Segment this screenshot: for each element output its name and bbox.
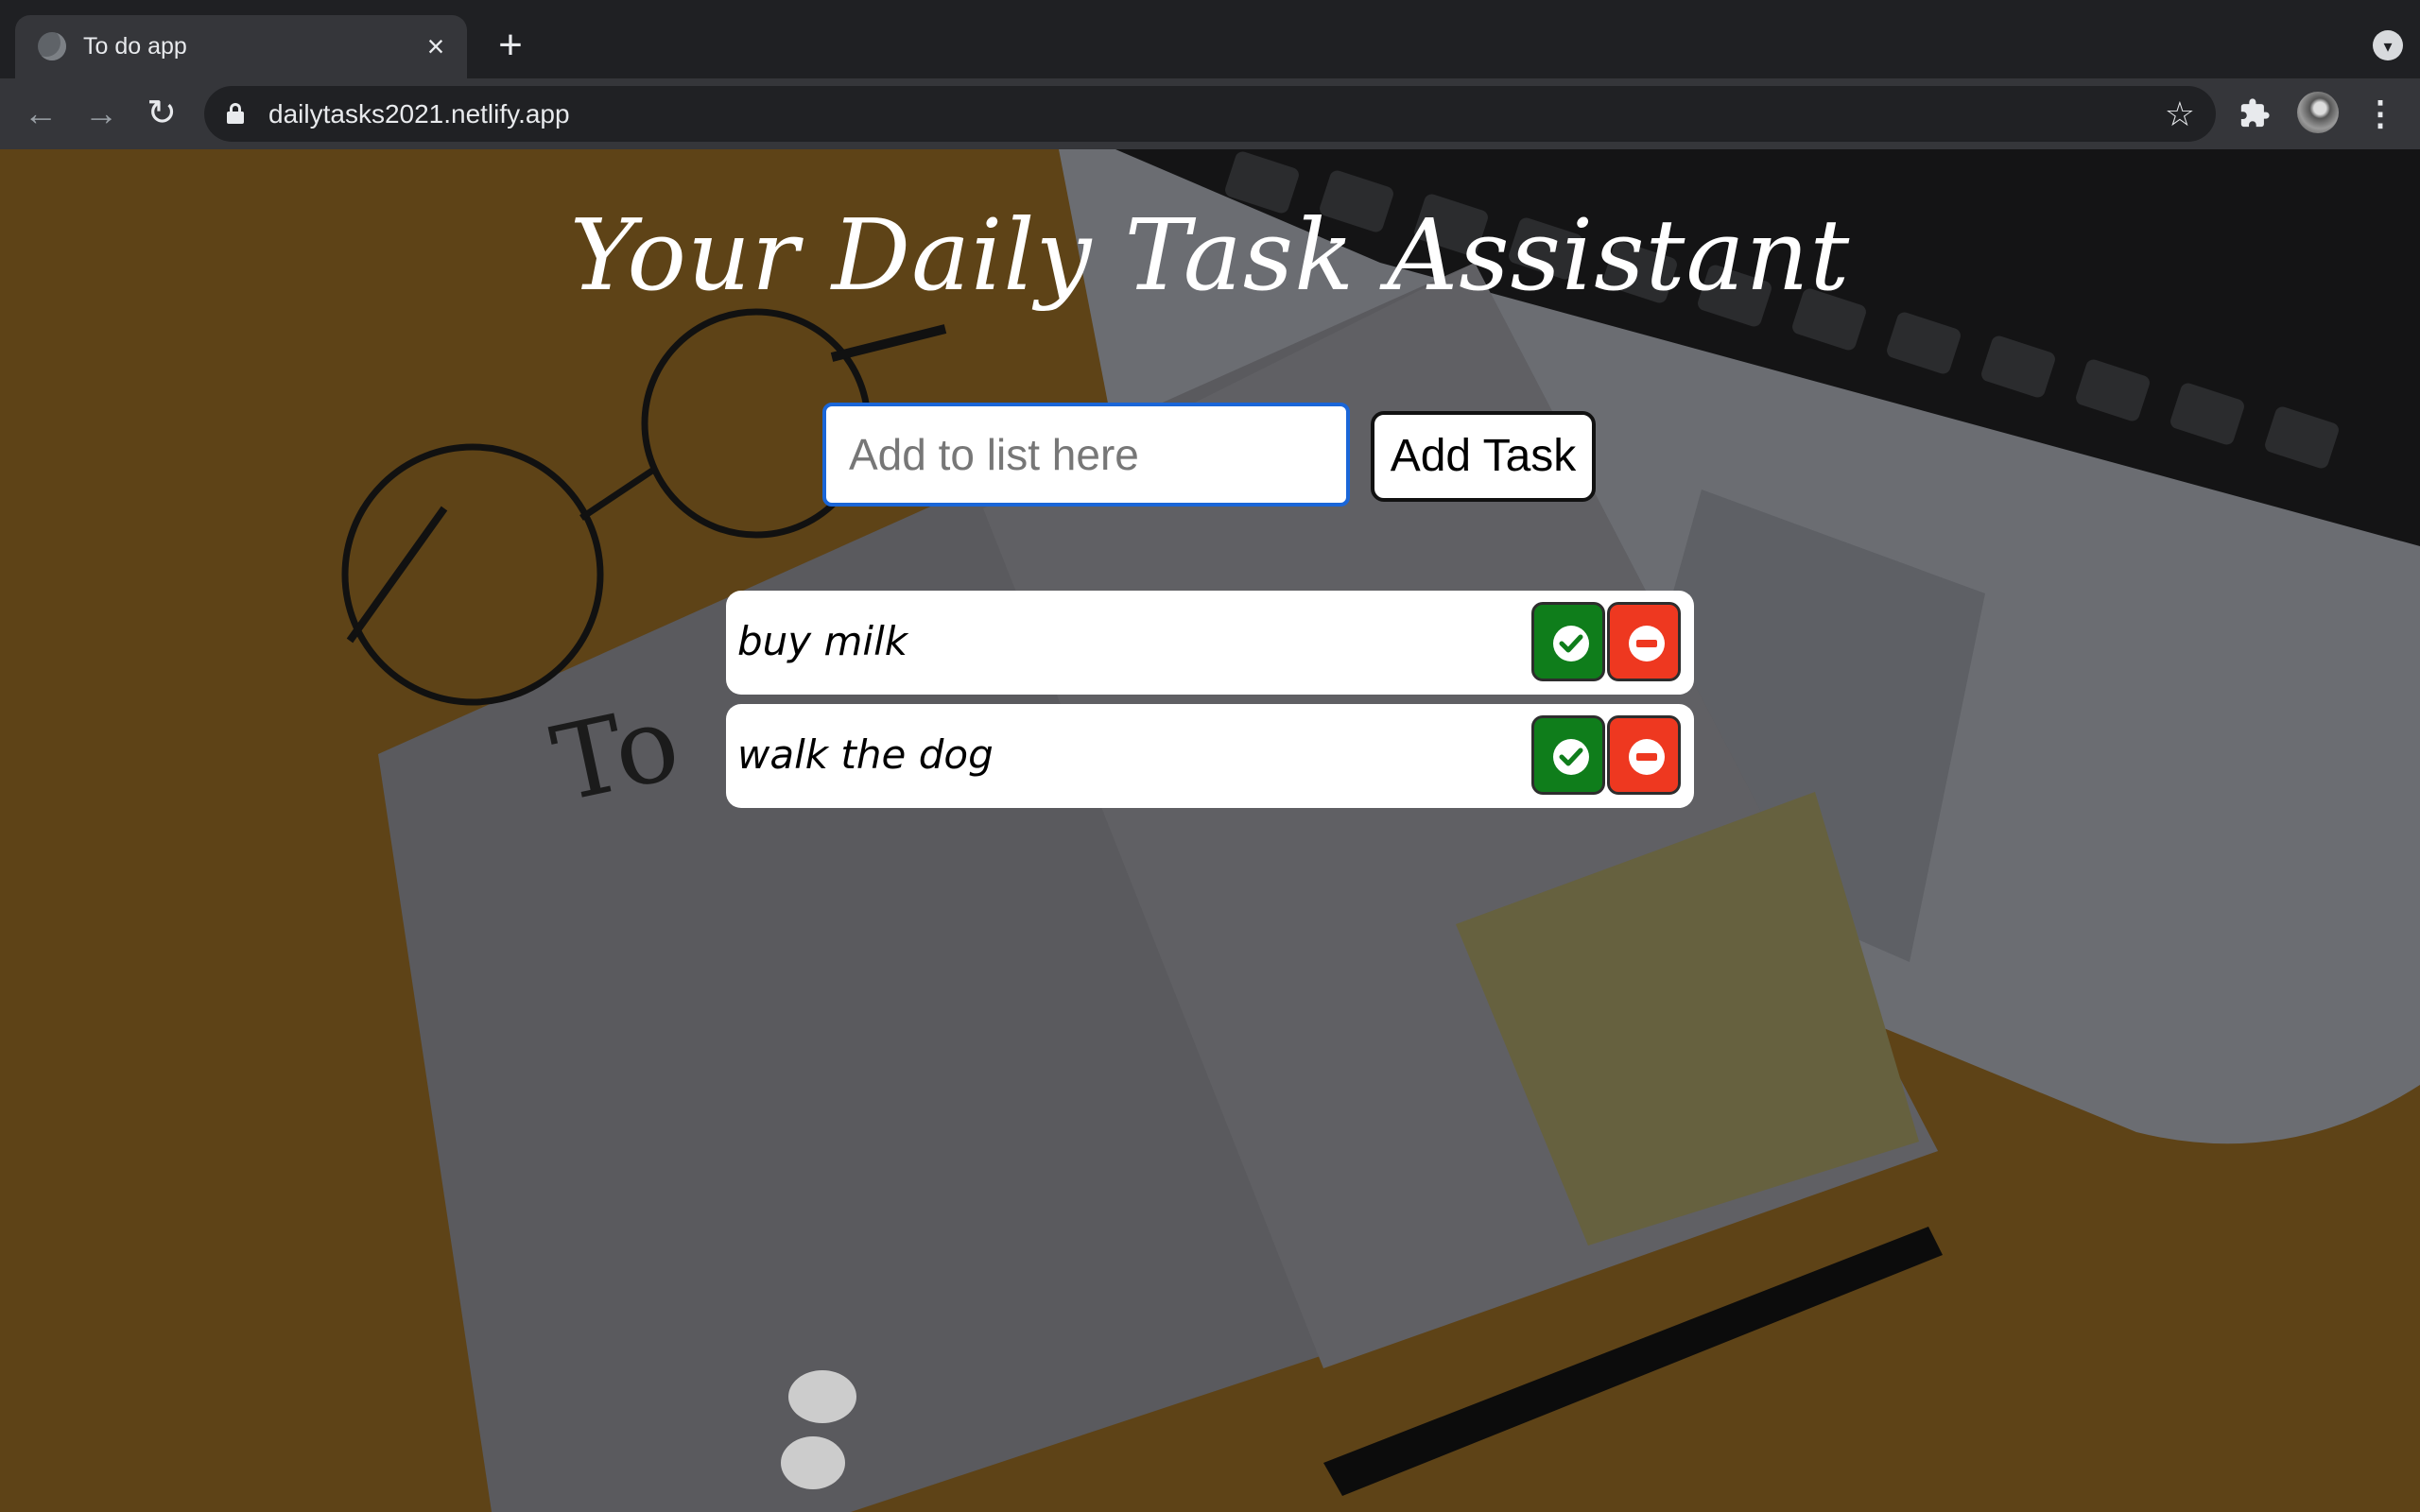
- puzzle-icon[interactable]: [2238, 97, 2271, 129]
- list-item: buy milk: [726, 591, 1694, 695]
- task-text: buy milk: [737, 618, 908, 664]
- task-list: buy milk walk the dog: [726, 591, 1694, 817]
- background-photo: To: [0, 149, 2420, 1512]
- lock-icon[interactable]: [227, 103, 244, 124]
- forward-icon[interactable]: →: [79, 92, 123, 135]
- task-text: walk the dog: [737, 731, 994, 778]
- list-item: walk the dog: [726, 704, 1694, 808]
- tab-close-icon[interactable]: ×: [418, 28, 454, 64]
- profile-avatar[interactable]: [2297, 92, 2339, 133]
- tab-title: To do app: [83, 33, 187, 60]
- globe-icon: [38, 32, 66, 60]
- check-icon: [1553, 626, 1589, 662]
- task-input[interactable]: [822, 403, 1350, 507]
- menu-icon[interactable]: ⋮: [2363, 92, 2397, 135]
- page-viewport: To Your Daily Task Assistant Add Task bu…: [0, 149, 2420, 1512]
- delete-task-button[interactable]: [1607, 602, 1681, 681]
- url-text[interactable]: dailytasks2021.netlify.app: [268, 99, 570, 129]
- address-bar[interactable]: dailytasks2021.netlify.app ☆: [204, 86, 2216, 142]
- page-title: Your Daily Task Assistant: [569, 198, 1851, 313]
- svg-text:To: To: [543, 681, 689, 825]
- browser-tab[interactable]: To do app ×: [15, 15, 467, 78]
- browser-tabstrip: To do app × + ▾: [0, 0, 2420, 78]
- reload-icon[interactable]: ↻: [140, 92, 183, 135]
- delete-task-button[interactable]: [1607, 715, 1681, 795]
- minus-circle-icon: [1629, 626, 1665, 662]
- back-icon[interactable]: ←: [19, 92, 62, 135]
- add-task-button[interactable]: Add Task: [1371, 411, 1596, 502]
- minus-circle-icon: [1629, 739, 1665, 775]
- check-icon: [1553, 739, 1589, 775]
- tab-search-icon[interactable]: ▾: [2373, 30, 2403, 60]
- new-tab-icon[interactable]: +: [490, 25, 531, 68]
- complete-task-button[interactable]: [1531, 715, 1605, 795]
- bookmark-star-icon[interactable]: ☆: [2165, 95, 2195, 133]
- browser-toolbar: ← → ↻ dailytasks2021.netlify.app ☆ ⋮: [0, 78, 2420, 149]
- complete-task-button[interactable]: [1531, 602, 1605, 681]
